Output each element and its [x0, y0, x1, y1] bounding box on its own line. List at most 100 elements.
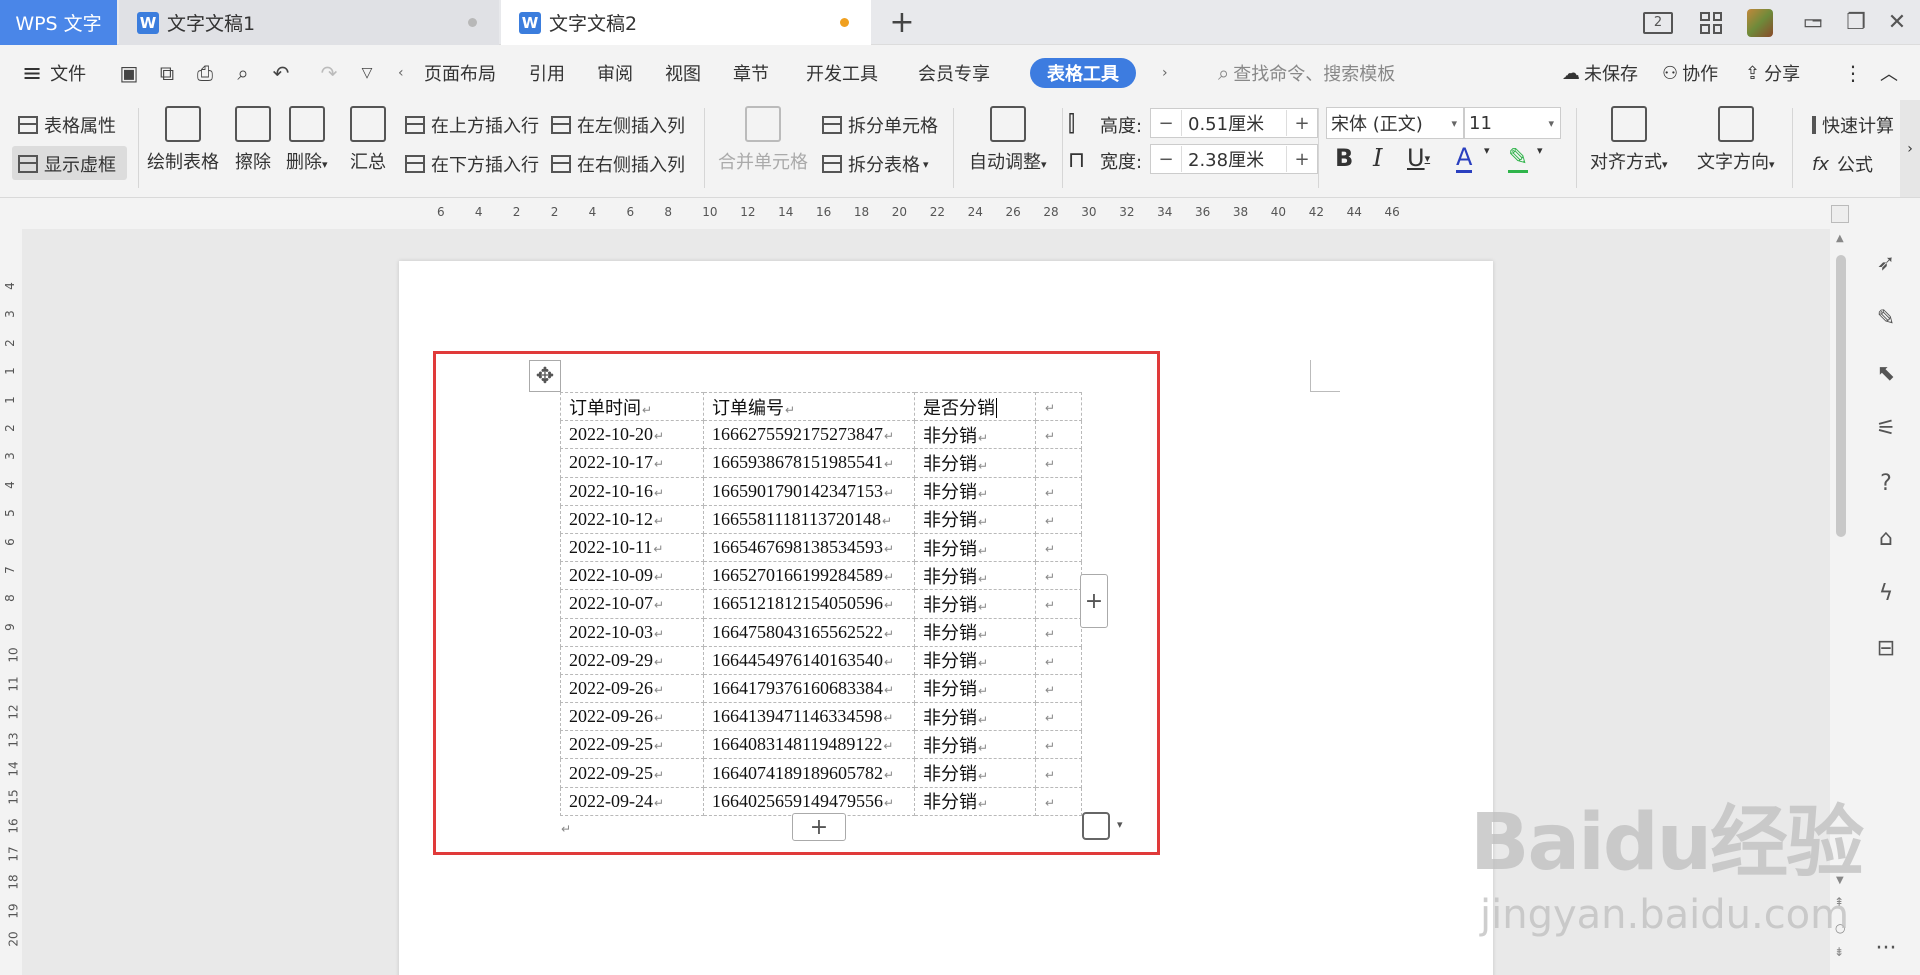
table-cell[interactable]: 1665270166199284589↵	[703, 561, 915, 591]
chevron-down-icon[interactable]: ▾	[1537, 144, 1543, 157]
table-cell[interactable]: 非分销↵	[914, 758, 1036, 788]
settings-sliders-icon[interactable]: ⚟	[1872, 414, 1900, 442]
lightning-icon[interactable]: ϟ	[1872, 579, 1900, 607]
minimize-button[interactable]: –	[1802, 0, 1832, 43]
table-cell[interactable]: 2022-09-26↵	[560, 702, 704, 732]
table-cell[interactable]: 2022-10-12↵	[560, 504, 704, 534]
tab-1-status-dot[interactable]	[468, 18, 477, 27]
menu-member[interactable]: 会员专享	[918, 46, 990, 100]
table-cell[interactable]: 非分销↵	[914, 589, 1036, 619]
table-cell[interactable]: 1664083148119489122↵	[703, 730, 915, 760]
table-empty-cell[interactable]: ↵	[1035, 673, 1082, 704]
print-preview-icon[interactable]: ⌕	[230, 61, 256, 85]
tab-table-tools[interactable]: 表格工具	[1030, 58, 1136, 88]
table-properties-button[interactable]: 表格属性	[18, 112, 116, 138]
table-cell[interactable]: 非分销↵	[914, 702, 1036, 732]
wps-home-tab[interactable]: WPS 文字	[0, 0, 117, 45]
table-cell[interactable]: 2022-10-03↵	[560, 617, 704, 647]
table-cell[interactable]: 1664454976140163540↵	[703, 645, 915, 675]
table-empty-cell[interactable]: ↵	[1035, 758, 1082, 788]
menu-page-layout[interactable]: 页面布局	[424, 46, 496, 100]
pen-icon[interactable]: ✎	[1872, 304, 1900, 332]
table-empty-cell[interactable]: ↵	[1035, 391, 1082, 422]
italic-button[interactable]: I	[1373, 144, 1382, 172]
ribbon-scroll-right[interactable]: ›	[1900, 100, 1920, 197]
table-cell[interactable]: 1665467698138534593↵	[703, 532, 915, 563]
summary-button[interactable]: 汇总	[350, 106, 386, 174]
table-header-cell[interactable]: 订单时间↵	[560, 391, 704, 422]
table-header-cell[interactable]: 是否分销	[914, 391, 1036, 422]
save-as-icon[interactable]: ⧉	[154, 61, 180, 85]
apps-button[interactable]	[1700, 0, 1722, 45]
table-cell[interactable]: 1665938678151985541↵	[703, 448, 915, 478]
share-button[interactable]: ⇪ 分享	[1745, 46, 1800, 100]
insert-row-below-button[interactable]: 在下方插入行	[405, 151, 539, 177]
alignment-button[interactable]: 对齐方式▾	[1590, 106, 1668, 174]
save-icon[interactable]: ▣	[116, 61, 142, 85]
command-search[interactable]: ⌕ 查找命令、搜索模板	[1218, 46, 1395, 100]
menu-review[interactable]: 审阅	[597, 46, 633, 100]
insert-col-right-button[interactable]: 在右侧插入列	[551, 151, 685, 177]
underline-button[interactable]: U ▾	[1407, 144, 1430, 172]
print-icon[interactable]: ⎙	[192, 61, 218, 85]
ruler-toggle-button[interactable]	[1831, 205, 1849, 223]
split-cells-button[interactable]: 拆分单元格	[822, 112, 938, 138]
redo-icon[interactable]: ↷	[316, 61, 342, 85]
highlight-color-button[interactable]: ✎	[1508, 144, 1529, 173]
table-cell[interactable]: 2022-10-07↵	[560, 589, 704, 619]
menu-chapter[interactable]: 章节	[733, 46, 769, 100]
tab-2-unsaved-dot[interactable]	[840, 18, 849, 27]
table-cell[interactable]: 2022-09-25↵	[560, 758, 704, 788]
help-icon[interactable]: ?	[1872, 469, 1900, 497]
maximize-button[interactable]: ❐	[1841, 0, 1871, 45]
table-empty-cell[interactable]: ↵	[1035, 561, 1082, 591]
table-cell[interactable]: 1665581118113720148↵	[703, 504, 915, 534]
width-increase-button[interactable]: +	[1287, 149, 1317, 170]
row-height-input[interactable]: 0.51厘米	[1181, 110, 1287, 136]
table-cell[interactable]: 非分销↵	[914, 617, 1036, 647]
more-menu-button[interactable]: ⋮	[1843, 46, 1863, 100]
table-cell[interactable]: 非分销↵	[914, 730, 1036, 760]
table-cell[interactable]: 1665121812154050596↵	[703, 589, 915, 619]
table-empty-cell[interactable]: ↵	[1035, 589, 1082, 619]
table-cell[interactable]: 非分销↵	[914, 673, 1036, 704]
table-empty-cell[interactable]: ↵	[1035, 730, 1082, 760]
table-move-handle[interactable]: ✥	[529, 360, 561, 392]
font-name-select[interactable]: 宋体 (正文) ▾	[1326, 107, 1464, 139]
user-avatar[interactable]	[1747, 0, 1773, 45]
table-empty-cell[interactable]: ↵	[1035, 617, 1082, 647]
table-cell[interactable]: 1664139471146334598↵	[703, 702, 915, 732]
text-direction-button[interactable]: 文字方向▾	[1697, 106, 1775, 174]
customize-toolbar-icon[interactable]: ▽	[354, 61, 380, 85]
chevron-down-icon[interactable]: ▾	[1117, 818, 1123, 831]
col-width-spinner[interactable]: − 2.38厘米 +	[1150, 144, 1318, 174]
row-height-spinner[interactable]: − 0.51厘米 +	[1150, 108, 1318, 138]
shop-icon[interactable]: ⌂	[1872, 524, 1900, 552]
menu-scroll-right[interactable]: ›	[1162, 46, 1168, 100]
font-size-select[interactable]: 11 ▾	[1464, 107, 1561, 139]
table-empty-cell[interactable]: ↵	[1035, 786, 1082, 816]
table-cell[interactable]: 2022-10-20↵	[560, 420, 704, 450]
table-cell[interactable]: 2022-10-17↵	[560, 448, 704, 478]
table-cell[interactable]: 非分销↵	[914, 504, 1036, 534]
table-cell[interactable]: 非分销↵	[914, 532, 1036, 563]
font-color-button[interactable]: A	[1456, 144, 1473, 173]
menu-view[interactable]: 视图	[665, 46, 701, 100]
insert-row-above-button[interactable]: 在上方插入行	[405, 112, 539, 138]
doc-tab-2[interactable]: W 文字文稿2	[501, 0, 871, 45]
show-gridlines-button[interactable]: 显示虚框	[18, 151, 116, 177]
table-cell[interactable]: 1664025659149479556↵	[703, 786, 915, 816]
menu-references[interactable]: 引用	[529, 46, 565, 100]
table-cell[interactable]: 2022-10-09↵	[560, 561, 704, 591]
horizontal-ruler[interactable]: 6 4 2 2 4 6 8 10 12 14 16 18 20 22 24 26 28 30 32 34 36 38 40 4…	[0, 199, 1830, 229]
chevron-down-icon[interactable]: ▾	[1484, 144, 1490, 157]
add-row-button[interactable]: +	[792, 813, 846, 841]
table-cell[interactable]: 1666275592175273847↵	[703, 420, 915, 450]
file-menu[interactable]: ≡ 文件	[22, 46, 86, 100]
table-empty-cell[interactable]: ↵	[1035, 702, 1082, 732]
draw-table-button[interactable]: 绘制表格	[147, 106, 219, 174]
collapse-ribbon-button[interactable]: ︿	[1880, 46, 1898, 100]
table-cell[interactable]: 非分销↵	[914, 561, 1036, 591]
table-cell[interactable]: 1664179376160683384↵	[703, 673, 915, 704]
table-empty-cell[interactable]: ↵	[1035, 532, 1082, 563]
